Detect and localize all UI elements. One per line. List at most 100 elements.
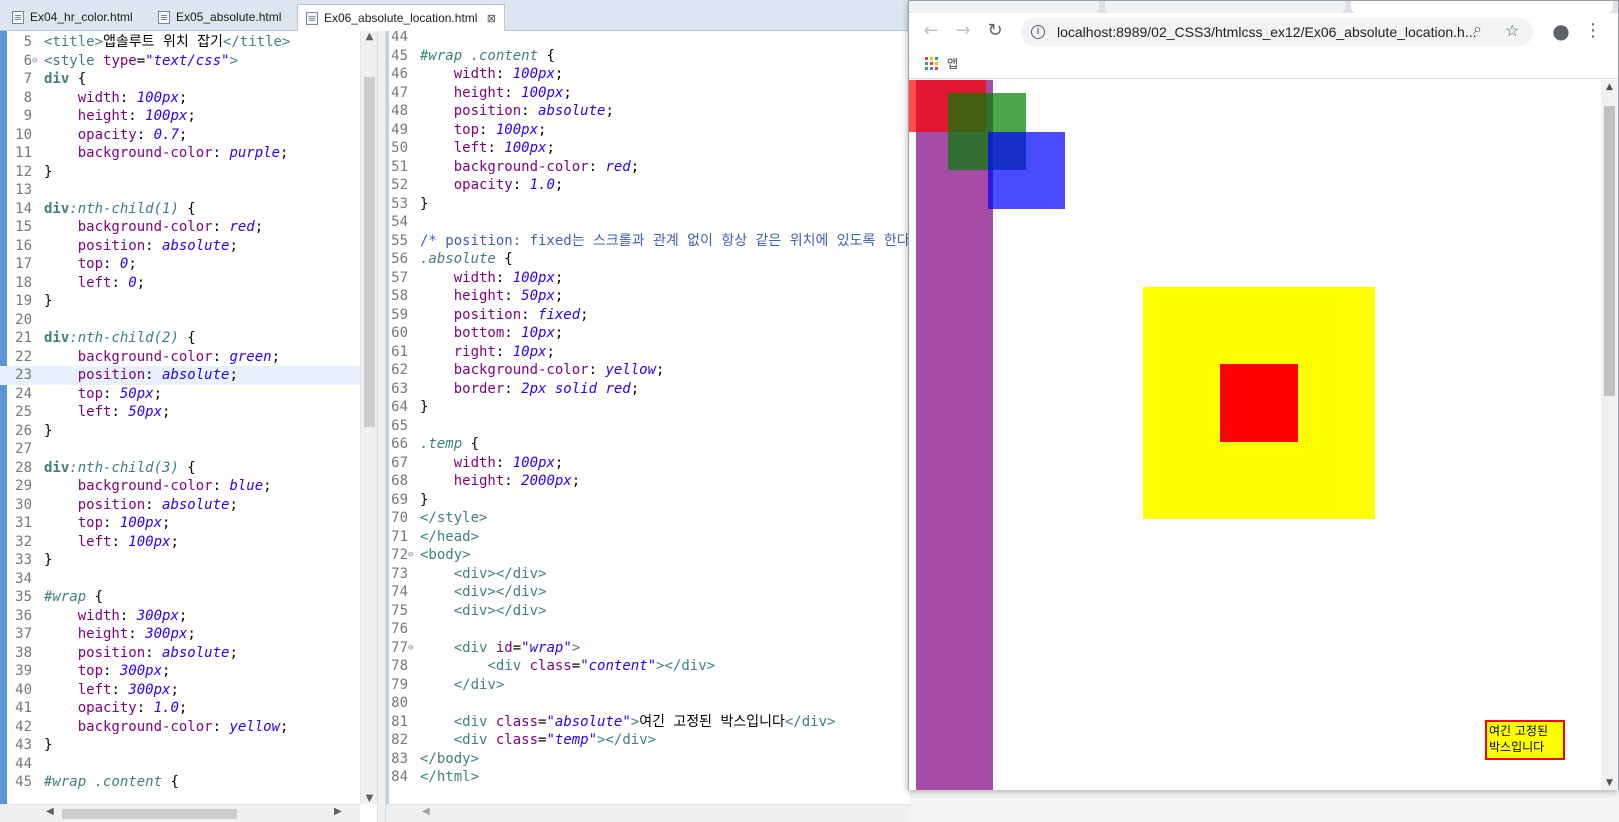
code-text[interactable]: opacity: 1.0;	[420, 176, 564, 195]
apps-grid-icon[interactable]	[925, 57, 938, 70]
code-line[interactable]: 64}	[386, 398, 910, 417]
code-text[interactable]: left: 0;	[44, 274, 145, 293]
code-text[interactable]: position: fixed;	[420, 306, 589, 325]
code-line[interactable]: 60 bottom: 10px;	[386, 324, 910, 343]
code-line[interactable]: 5 <title>앱솔루트 위치 잡기</title>	[0, 33, 377, 52]
scroll-right-icon[interactable]: ▶	[334, 806, 342, 817]
code-text[interactable]: }	[44, 551, 52, 570]
code-text[interactable]: width: 100px;	[420, 65, 564, 84]
code-lines[interactable]: 44 45 #wrap .content {46 width: 100px; 47 h…	[386, 31, 910, 822]
code-text[interactable]: </head>	[420, 528, 479, 547]
code-text[interactable]: left: 50px;	[44, 403, 171, 422]
browser-tab[interactable]	[909, 1, 1099, 13]
scroll-left-icon[interactable]: ◀	[422, 806, 430, 817]
code-text[interactable]: </html>	[420, 768, 479, 787]
tab-ex04[interactable]: Ex04_hr_color.html	[4, 4, 141, 31]
fold-toggle-icon[interactable]: ⊖	[408, 642, 413, 654]
code-lines[interactable]: 5 <title>앱솔루트 위치 잡기</title> 6 ⊖ <style type=…	[0, 31, 377, 822]
code-text[interactable]: width: 100px;	[420, 454, 564, 473]
code-text[interactable]: }	[44, 736, 52, 755]
url-text[interactable]: localhost:8989/02_CSS3/htmlcss_ex12/Ex06…	[1057, 24, 1477, 40]
code-text[interactable]: </body>	[420, 750, 479, 769]
code-text[interactable]: bottom: 10px;	[420, 324, 564, 343]
code-text[interactable]: <style type="text/css">	[44, 52, 238, 71]
editor-splitter[interactable]	[377, 31, 386, 822]
code-text[interactable]: </div>	[420, 676, 505, 695]
code-line[interactable]: 8 width: 100px;	[0, 89, 377, 108]
scroll-up-icon[interactable]: ▲	[1601, 82, 1618, 92]
code-text[interactable]: }	[44, 163, 52, 182]
code-text[interactable]: }	[420, 195, 428, 214]
code-line[interactable]: 7 div {	[0, 70, 377, 89]
code-text[interactable]: position: absolute;	[44, 366, 238, 385]
page-scrollbar[interactable]: ▲ ▼	[1601, 80, 1618, 790]
code-line[interactable]: 26}	[0, 422, 377, 441]
code-line[interactable]: 44	[0, 755, 377, 774]
code-text[interactable]: div:nth-child(3) {	[44, 459, 196, 478]
code-line[interactable]: 48 position: absolute;	[386, 102, 910, 121]
code-line[interactable]: 82 <div class="temp"></div>	[386, 731, 910, 750]
tab-ex06[interactable]: Ex06_absolute_location.html ⊠	[297, 4, 505, 31]
code-line[interactable]: 40 left: 300px;	[0, 681, 377, 700]
code-line[interactable]: 53}	[386, 195, 910, 214]
forward-arrow-icon[interactable]: →	[951, 19, 975, 43]
code-text[interactable]: opacity: 1.0;	[44, 699, 188, 718]
code-text[interactable]: div:nth-child(2) {	[44, 329, 196, 348]
code-text[interactable]: .absolute {	[420, 250, 513, 269]
code-text[interactable]: width: 100px;	[420, 269, 564, 288]
code-line[interactable]: 38 position: absolute;	[0, 644, 377, 663]
code-line[interactable]: 17 top: 0;	[0, 255, 377, 274]
code-line[interactable]: 24 top: 50px;	[0, 385, 377, 404]
code-line[interactable]: 69}	[386, 491, 910, 510]
editor-pane-left[interactable]: 5 <title>앱솔루트 위치 잡기</title> 6 ⊖ <style type=…	[0, 31, 377, 822]
code-line[interactable]: 30 position: absolute;	[0, 496, 377, 515]
scroll-thumb[interactable]	[62, 809, 237, 819]
code-line[interactable]: 13	[0, 181, 377, 200]
code-line[interactable]: 75 <div></div>	[386, 602, 910, 621]
code-line[interactable]: 31 top: 100px;	[0, 514, 377, 533]
code-line[interactable]: 10 opacity: 0.7;	[0, 126, 377, 145]
code-line[interactable]: 19}	[0, 292, 377, 311]
browser-tab[interactable]	[1105, 1, 1345, 13]
code-line[interactable]: 35 #wrap {	[0, 588, 377, 607]
code-line[interactable]: 50 left: 100px;	[386, 139, 910, 158]
menu-dots-icon[interactable]: ⋮	[1581, 19, 1605, 43]
code-text[interactable]: #wrap .content {	[420, 47, 555, 66]
code-line[interactable]: 76	[386, 620, 910, 639]
code-line[interactable]: 52 opacity: 1.0;	[386, 176, 910, 195]
code-line[interactable]: 61 right: 10px;	[386, 343, 910, 362]
code-text[interactable]: height: 300px;	[44, 625, 196, 644]
apps-bookmark-label[interactable]: 앱	[947, 55, 958, 72]
code-text[interactable]: <div class="content"></div>	[420, 657, 715, 676]
code-line[interactable]: 68 height: 2000px;	[386, 472, 910, 491]
code-text[interactable]: <body>	[420, 546, 471, 565]
code-text[interactable]: top: 100px;	[420, 121, 547, 140]
scroll-thumb[interactable]	[1604, 106, 1615, 396]
code-line[interactable]: 25 left: 50px;	[0, 403, 377, 422]
code-text[interactable]: #wrap {	[44, 588, 103, 607]
code-line[interactable]: 39 top: 300px;	[0, 662, 377, 681]
horizontal-scrollbar[interactable]: ◀	[386, 804, 910, 822]
code-text[interactable]: </style>	[420, 509, 487, 528]
code-line[interactable]: 37 height: 300px;	[0, 625, 377, 644]
code-text[interactable]: width: 300px;	[44, 607, 188, 626]
code-text[interactable]: height: 100px;	[44, 107, 196, 126]
zoom-icon[interactable]: ⌕	[1473, 21, 1482, 39]
code-text[interactable]: <div></div>	[420, 583, 547, 602]
code-line[interactable]: 34	[0, 570, 377, 589]
code-line[interactable]: 51 background-color: red;	[386, 158, 910, 177]
code-text[interactable]: <div id="wrap">	[420, 639, 580, 658]
code-line[interactable]: 12}	[0, 163, 377, 182]
code-text[interactable]: position: absolute;	[420, 102, 614, 121]
code-text[interactable]: position: absolute;	[44, 237, 238, 256]
fold-toggle-icon[interactable]: ⊖	[408, 549, 413, 561]
code-text[interactable]: }	[44, 422, 52, 441]
vertical-scrollbar[interactable]: ▲ ▼	[360, 31, 377, 804]
code-line[interactable]: 59 position: fixed;	[386, 306, 910, 325]
info-icon[interactable]: i	[1031, 25, 1045, 39]
code-text[interactable]: position: absolute;	[44, 496, 238, 515]
code-line[interactable]: 41 opacity: 1.0;	[0, 699, 377, 718]
code-text[interactable]: left: 300px;	[44, 681, 179, 700]
code-line[interactable]: 77 ⊖ <div id="wrap">	[386, 639, 910, 658]
editor-pane-middle[interactable]: 44 45 #wrap .content {46 width: 100px; 47 h…	[386, 31, 910, 822]
